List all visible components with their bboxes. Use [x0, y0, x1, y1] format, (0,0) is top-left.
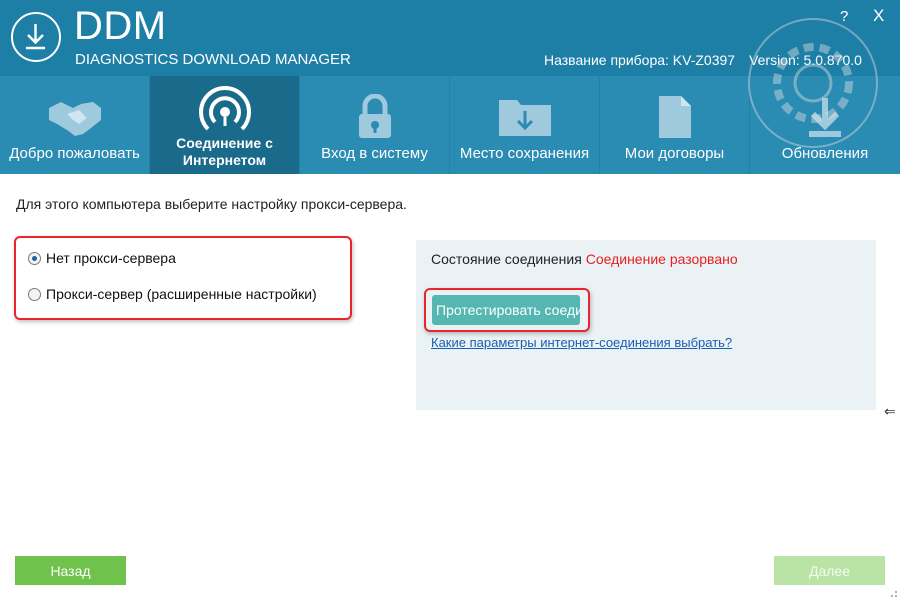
proxy-instruction: Для этого компьютера выберите настройку …	[16, 196, 407, 212]
radio-button[interactable]	[28, 287, 41, 301]
status-value: Соединение разорвано	[585, 251, 738, 267]
handshake-icon	[48, 102, 101, 136]
proxy-options-group: Нет прокси-сервера Прокси-сервер (расшир…	[14, 236, 352, 320]
help-button[interactable]: ?	[840, 8, 848, 25]
tab-updates[interactable]: Обновления	[750, 76, 900, 174]
update-download-icon	[809, 98, 841, 137]
tab-label: Добро пожаловать	[9, 145, 140, 162]
radio-button-selected[interactable]	[28, 251, 41, 265]
tab-my-contracts[interactable]: Мои договоры	[600, 76, 750, 174]
status-label: Состояние соединения	[431, 251, 582, 267]
radio-label: Прокси-сервер (расширенные настройки)	[46, 286, 317, 302]
tab-login[interactable]: Вход в систему	[300, 76, 450, 174]
tab-label: Мои договоры	[624, 145, 725, 162]
tab-label: Вход в систему	[321, 145, 428, 162]
version-label: Version: 5.0.870.0	[749, 52, 862, 68]
resize-cursor-icon: ⇐	[884, 403, 896, 419]
radio-label: Нет прокси-сервера	[46, 250, 176, 266]
tab-label: Обновления	[781, 145, 869, 162]
lock-icon	[358, 94, 391, 138]
back-button[interactable]: Назад	[15, 556, 126, 585]
next-button[interactable]: Далее	[774, 556, 885, 585]
resize-grip-icon[interactable]	[888, 588, 898, 598]
device-info: Название прибора: KV-Z0397 Version: 5.0.8…	[544, 52, 862, 68]
download-icon	[11, 12, 61, 62]
app-subtitle: DIAGNOSTICS DOWNLOAD MANAGER	[75, 51, 351, 68]
tab-welcome[interactable]: Добро пожаловать	[0, 76, 150, 174]
test-button-highlight: Протестировать соединение	[424, 288, 590, 332]
folder-download-icon	[498, 100, 551, 136]
connection-help-link[interactable]: Какие параметры интернет-соединения выбр…	[431, 335, 732, 350]
radio-proxy-advanced[interactable]: Прокси-сервер (расширенные настройки)	[28, 286, 317, 302]
document-icon	[658, 96, 691, 138]
wifi-signal-icon	[198, 86, 251, 131]
tab-label: Место сохранения	[459, 145, 590, 162]
app-header: DDM DIAGNOSTICS DOWNLOAD MANAGER Названи…	[0, 0, 900, 76]
connection-status-panel: Состояние соединения Соединение разорван…	[416, 240, 876, 410]
nav-tabs: Добро пожаловать Соединение с Интернетом…	[0, 76, 900, 174]
tab-save-location[interactable]: Место сохранения	[450, 76, 600, 174]
tab-label: Соединение с Интернетом	[176, 135, 273, 168]
device-name-label: Название прибора: KV-Z0397	[544, 52, 736, 68]
radio-no-proxy[interactable]: Нет прокси-сервера	[28, 250, 176, 266]
close-button[interactable]: X	[873, 6, 884, 26]
test-connection-button[interactable]: Протестировать соединение	[432, 295, 580, 325]
connection-status: Состояние соединения Соединение разорван…	[431, 251, 738, 267]
tab-internet-connection[interactable]: Соединение с Интернетом	[150, 76, 300, 174]
app-title: DDM	[74, 4, 167, 48]
